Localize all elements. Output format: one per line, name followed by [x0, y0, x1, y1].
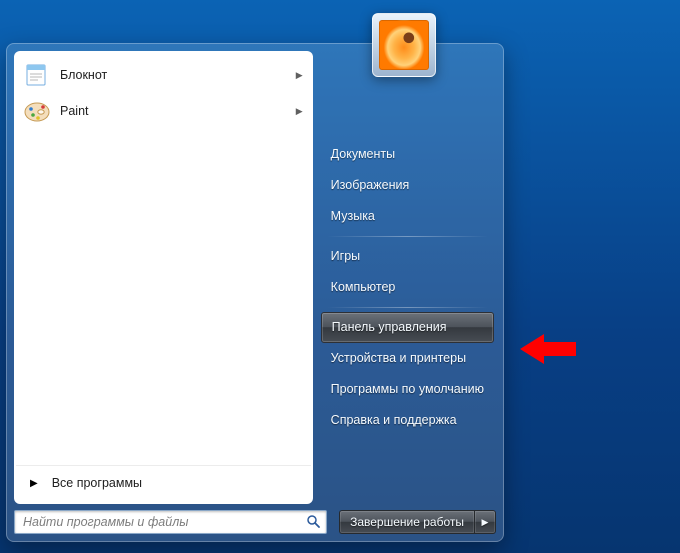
search-icon [306, 514, 320, 531]
all-programs-label: Все программы [52, 476, 142, 490]
right-item-default-programs[interactable]: Программы по умолчанию [321, 374, 494, 405]
right-item-help[interactable]: Справка и поддержка [321, 405, 494, 436]
submenu-caret-icon: ▶ [296, 70, 303, 81]
right-item-games[interactable]: Игры [321, 241, 494, 272]
right-item-documents[interactable]: Документы [321, 139, 494, 170]
bottom-row: Завершение работы ▶ [14, 510, 496, 534]
right-pane: Документы Изображения Музыка Игры Компью… [313, 51, 496, 504]
right-item-computer[interactable]: Компьютер [321, 272, 494, 303]
separator [327, 236, 488, 237]
right-link-list: Документы Изображения Музыка Игры Компью… [321, 139, 494, 436]
submenu-caret-icon: ▶ [296, 106, 303, 117]
start-menu-panes: Блокнот ▶ [14, 51, 496, 504]
recent-programs-list: Блокнот ▶ [16, 55, 311, 131]
shutdown-options-button[interactable]: ▶ [474, 510, 496, 534]
right-item-pictures[interactable]: Изображения [321, 170, 494, 201]
separator [327, 307, 488, 308]
shutdown-button[interactable]: Завершение работы [339, 510, 474, 534]
program-label: Paint [60, 104, 296, 118]
notepad-icon [22, 60, 52, 90]
shutdown-cluster: Завершение работы ▶ [339, 510, 496, 534]
program-notepad[interactable]: Блокнот ▶ [16, 57, 311, 93]
all-programs-button[interactable]: ▶ Все программы [16, 465, 311, 500]
paint-icon [22, 96, 52, 126]
user-avatar-icon [379, 20, 429, 70]
right-item-control-panel[interactable]: Панель управления [321, 312, 494, 343]
start-menu: Блокнот ▶ [6, 43, 504, 542]
search-input[interactable] [21, 514, 306, 530]
callout-arrow-icon [520, 332, 576, 366]
program-label: Блокнот [60, 68, 296, 82]
left-pane: Блокнот ▶ [14, 51, 313, 504]
search-box[interactable] [14, 510, 327, 534]
program-paint[interactable]: Paint ▶ [16, 93, 311, 129]
desktop-background: Блокнот ▶ [0, 0, 680, 553]
left-pane-spacer [16, 131, 311, 465]
right-item-devices-printers[interactable]: Устройства и принтеры [321, 343, 494, 374]
chevron-right-icon: ▶ [30, 478, 38, 489]
right-item-music[interactable]: Музыка [321, 201, 494, 232]
chevron-right-icon: ▶ [482, 517, 489, 528]
user-avatar-frame[interactable] [372, 13, 436, 77]
